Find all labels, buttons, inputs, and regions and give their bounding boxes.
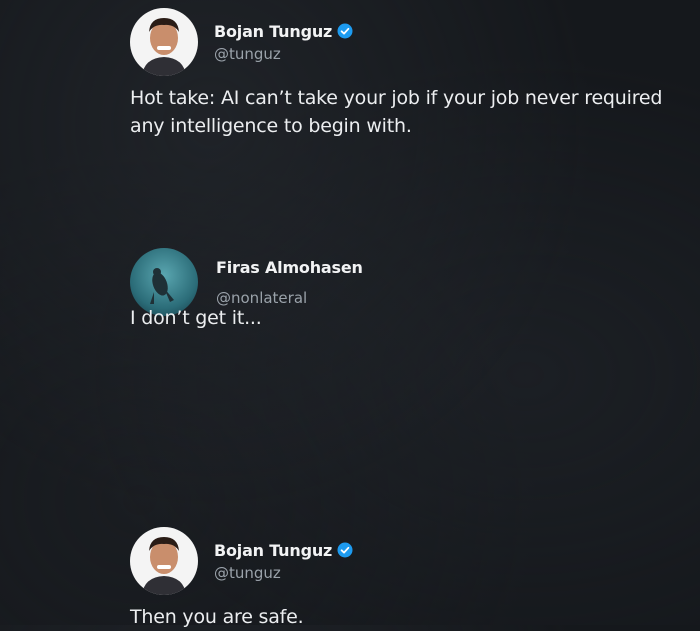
author-info: Bojan Tunguz @tunguz (214, 541, 353, 582)
tweet-header: Bojan Tunguz @tunguz (130, 527, 670, 595)
author-name[interactable]: Bojan Tunguz (214, 22, 332, 41)
tweet-text: Then you are safe. (130, 606, 304, 628)
author-name[interactable]: Firas Almohasen (216, 258, 363, 277)
author-info: Firas Almohasen @nonlateral (216, 258, 363, 307)
tweet-response[interactable]: Bojan Tunguz @tunguz Then you are safe. (130, 527, 670, 631)
author-name[interactable]: Bojan Tunguz (214, 541, 332, 560)
author-handle[interactable]: @tunguz (214, 564, 353, 582)
author-info: Bojan Tunguz @tunguz (214, 22, 353, 63)
avatar[interactable] (130, 527, 198, 595)
avatar-image (130, 527, 198, 595)
author-handle[interactable]: @tunguz (214, 45, 353, 63)
avatar[interactable] (130, 8, 198, 76)
tweet-reply[interactable]: Firas Almohasen @nonlateral I don’t get … (130, 248, 670, 344)
avatar-image (130, 8, 198, 76)
tweet-text: Hot take: AI can’t take your job if your… (130, 87, 663, 137)
tweet-original[interactable]: Bojan Tunguz @tunguz Hot take: AI can’t … (130, 8, 670, 140)
verified-badge-icon (337, 23, 353, 39)
tweet-header: Bojan Tunguz @tunguz (130, 8, 670, 76)
tweet-text: I don’t get it... (130, 307, 262, 329)
verified-badge-icon (337, 542, 353, 558)
